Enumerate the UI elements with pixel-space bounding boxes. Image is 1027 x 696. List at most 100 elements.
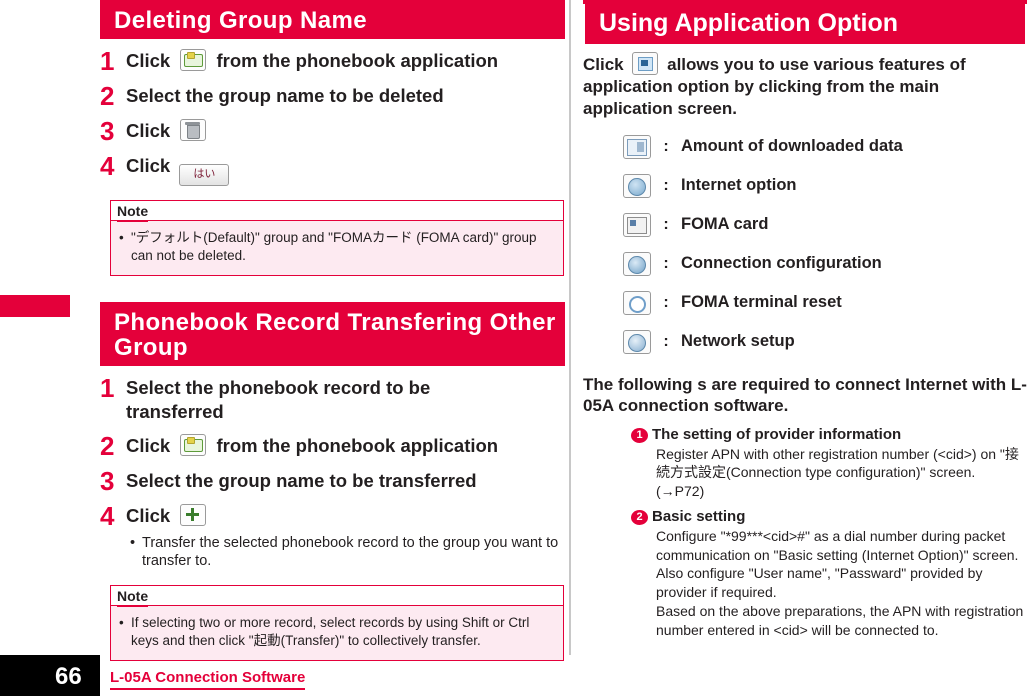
intro-pre-text: Click [583, 55, 624, 75]
step-text: Click from the phonebook application [126, 47, 498, 73]
enum-badge: 1 [631, 428, 648, 444]
list-item[interactable]: : FOMA terminal reset [623, 290, 1027, 315]
step-text: Click [126, 117, 211, 143]
option-colon: : [663, 293, 669, 311]
step-text: Click from the phonebook application [126, 432, 498, 458]
step-number: 4 [100, 151, 115, 182]
bullet-dot: • [119, 615, 124, 631]
footer-band [0, 655, 100, 696]
list-item[interactable]: : Amount of downloaded data [623, 134, 1027, 159]
section-heading-deleting-group-name: Deleting Group Name [100, 0, 565, 40]
note-header: Note [111, 586, 563, 608]
connection-configuration-icon[interactable] [623, 251, 651, 276]
trash-icon[interactable] [180, 119, 207, 142]
step-row: 2 Click from the phonebook application [100, 432, 565, 459]
step-text-pre: Click [126, 434, 171, 456]
step-text-pre: Click [126, 50, 171, 72]
step-number: 3 [100, 116, 115, 147]
step-text: Select the group name to be transferred [126, 469, 477, 491]
internet-option-icon[interactable] [623, 173, 651, 198]
column-divider [569, 0, 571, 655]
option-colon: : [663, 137, 669, 155]
page-edge-tab [0, 295, 70, 317]
list-item[interactable]: : Internet option [623, 173, 1027, 198]
section-heading-using-application-option: Using Application Option [583, 0, 1027, 47]
option-colon: : [663, 254, 669, 272]
enum-heading: The setting of provider information [652, 426, 902, 444]
option-label: Network setup [681, 332, 795, 351]
step-number: 2 [100, 430, 115, 461]
step-number: 4 [100, 500, 115, 531]
list-item[interactable]: : FOMA card [623, 212, 1027, 237]
step-row: 2 Select the group name to be deleted [100, 82, 565, 109]
step-number: 3 [100, 465, 115, 496]
list-item[interactable]: : Connection configuration [623, 251, 1027, 276]
foma-terminal-reset-icon[interactable] [623, 290, 651, 315]
yes-button[interactable]: はい [179, 164, 230, 187]
note-label: Note [117, 203, 149, 223]
network-setup-icon[interactable] [623, 329, 651, 354]
note-label: Note [117, 588, 149, 608]
manual-page: Deleting Group Name 1 Click from the pho… [0, 0, 1027, 696]
step-row: 4 Click [100, 502, 565, 529]
step-row: 3 Select the group name to be transferre… [100, 467, 565, 494]
option-colon: : [663, 332, 669, 350]
enum-body: Configure "*99***<cid>#" as a dial numbe… [656, 527, 1024, 639]
step-text: Select the group name to be deleted [126, 85, 444, 107]
option-colon: : [663, 176, 669, 194]
note-body: • If selecting two or more record, selec… [111, 606, 563, 660]
enum-content: Basic setting Configure "*99***<cid>#" a… [648, 507, 1027, 640]
right-section-title: Using Application Option [583, 4, 1027, 47]
section2-title: Phonebook Record Transfering Other Group [100, 304, 565, 367]
option-label: FOMA card [681, 215, 769, 234]
step-number: 2 [100, 81, 115, 112]
note-header: Note [111, 201, 563, 223]
list-item: 2 Basic setting Configure "*99***<cid>#"… [631, 507, 1027, 640]
section1-title: Deleting Group Name [100, 3, 565, 40]
application-option-list: : Amount of downloaded data : Internet o… [623, 134, 1027, 354]
right-column: Using Application Option Click allows yo… [583, 0, 1027, 643]
bullet-dot: • [119, 230, 124, 246]
step-text: Click [126, 502, 211, 528]
step-row: 4 Click はい [100, 151, 565, 187]
note-bullet-text: If selecting two or more record, select … [131, 615, 530, 649]
application-option-icon[interactable] [632, 52, 659, 76]
option-label: Amount of downloaded data [681, 137, 903, 156]
option-label: FOMA terminal reset [681, 293, 842, 312]
step-text: Click はい [126, 152, 230, 187]
enum-content: The setting of provider information Regi… [648, 425, 1027, 501]
foma-card-icon[interactable] [623, 212, 651, 237]
note-bullet: • If selecting two or more record, selec… [119, 614, 553, 650]
enumerated-list: 1 The setting of provider information Re… [631, 425, 1027, 640]
page-footer: 66 L-05A Connection Software [0, 655, 1027, 696]
plus-icon[interactable] [180, 503, 207, 526]
step-row: 3 Click [100, 117, 565, 144]
list-item[interactable]: : Network setup [623, 329, 1027, 354]
left-column: Deleting Group Name 1 Click from the pho… [100, 0, 565, 661]
section-heading-phonebook-record-transfering: Phonebook Record Transfering Other Group [100, 301, 565, 367]
step-text-post: from the phonebook application [216, 50, 499, 72]
footer-title: L-05A Connection Software [110, 669, 306, 690]
note-bullet-text: "デフォルト(Default)" group and "FOMAカード (FOM… [131, 230, 537, 263]
list-item: 1 The setting of provider information Re… [631, 425, 1027, 501]
enum-heading: Basic setting [652, 508, 746, 526]
step-text: Select the phonebook record to be transf… [126, 377, 431, 422]
group-icon[interactable] [180, 49, 207, 72]
group-icon[interactable] [180, 433, 207, 456]
bullet-dot: • [130, 534, 136, 551]
option-colon: : [663, 215, 669, 233]
step-text-pre: Click [126, 504, 171, 526]
note-body: • "デフォルト(Default)" group and "FOMAカード (F… [111, 221, 563, 275]
step-number: 1 [100, 46, 115, 77]
note-box-2: Note • If selecting two or more record, … [110, 585, 564, 661]
enum-badge: 2 [631, 510, 648, 526]
step-row: 1 Click from the phonebook application [100, 47, 565, 74]
step-bullet: • Transfer the selected phonebook record… [130, 534, 565, 572]
note-box-1: Note • "デフォルト(Default)" group and "FOMAカ… [110, 200, 564, 276]
downloaded-data-icon[interactable] [623, 134, 651, 159]
step-text-post: from the phonebook application [216, 434, 499, 456]
right-body-lead: The following s are required to connect … [583, 374, 1027, 416]
page-number: 66 [55, 663, 82, 690]
right-intro-paragraph: Click allows you to use various features… [583, 52, 1027, 120]
enum-body: Register APN with other registration num… [656, 445, 1019, 500]
